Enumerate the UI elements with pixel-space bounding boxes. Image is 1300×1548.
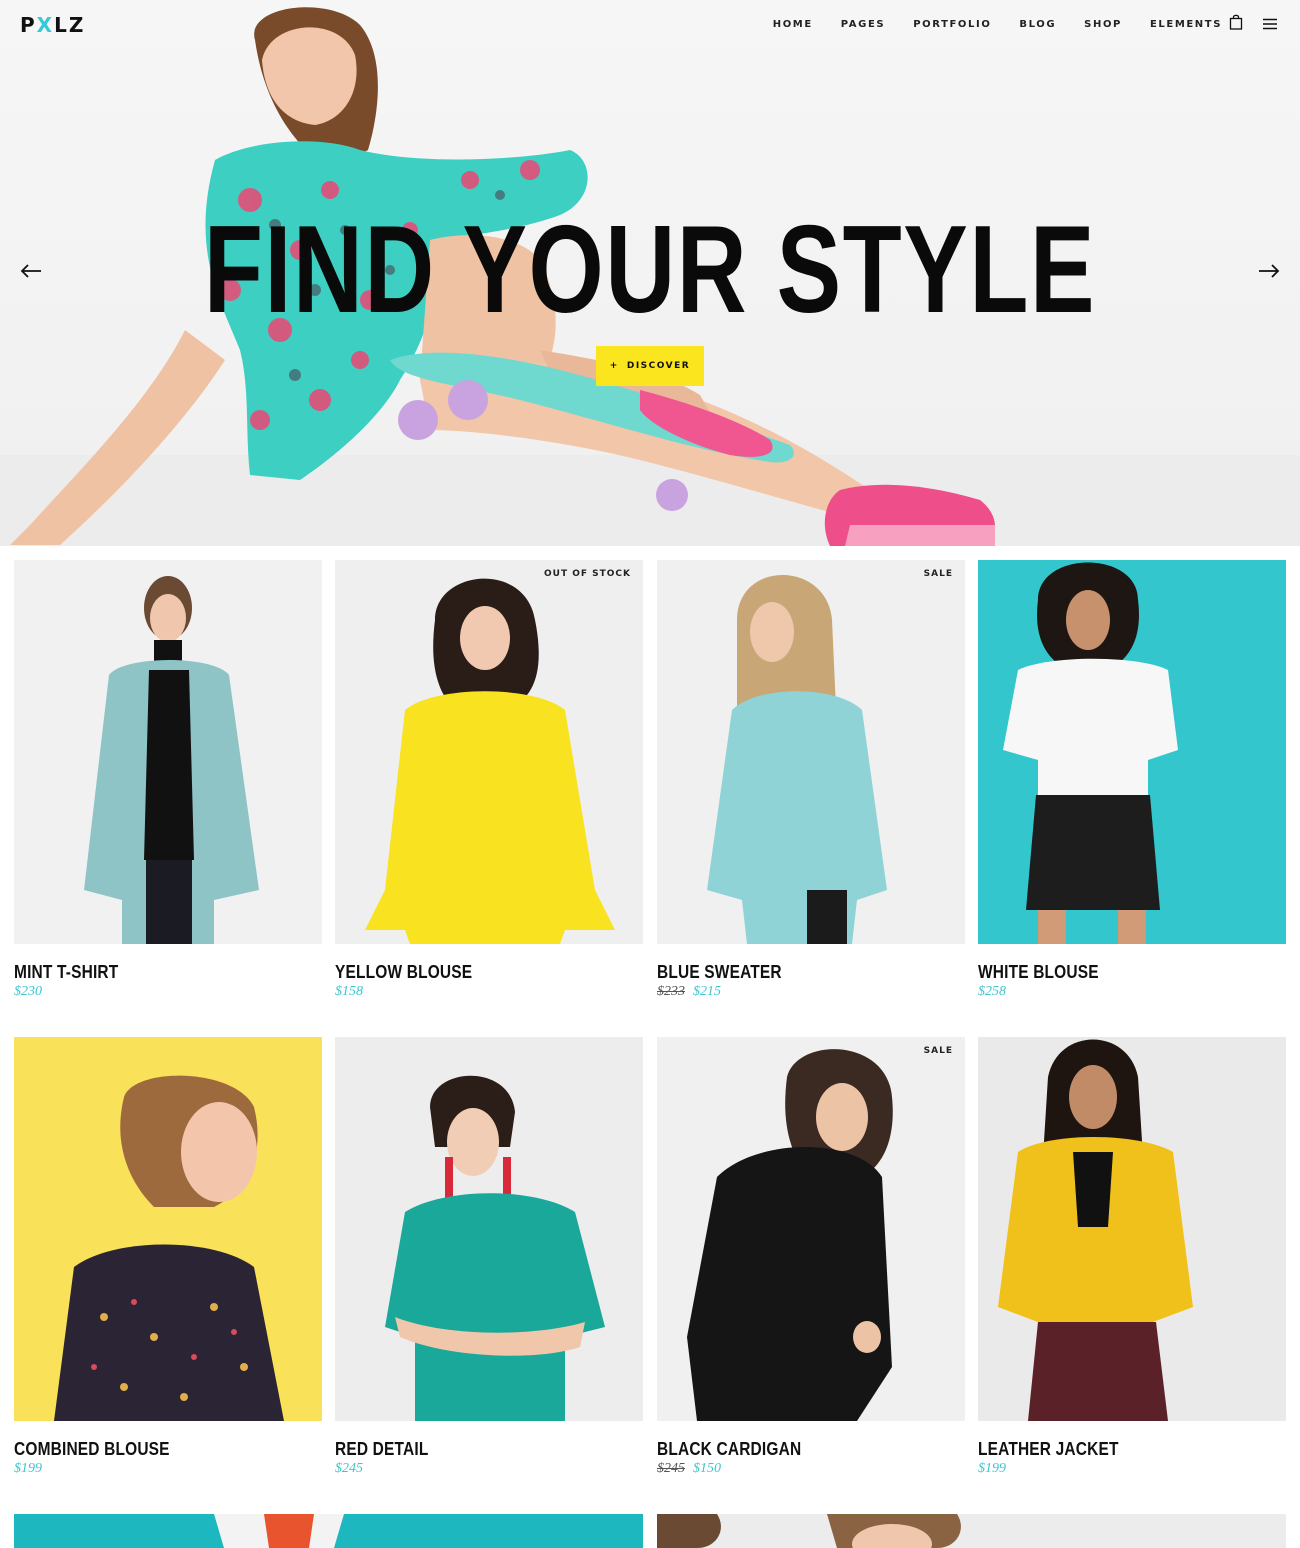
product-price: $245 $150 xyxy=(657,1461,721,1477)
product-current-price: $199 xyxy=(978,1461,1006,1476)
nav-item-portfolio[interactable]: PORTFOLIO xyxy=(913,19,991,30)
product-price: $233 $215 xyxy=(657,984,721,1000)
site-header: PXLZ HOME PAGES PORTFOLIO BLOG SHOP ELEM… xyxy=(0,0,1300,52)
product-old-price: $233 xyxy=(657,984,685,999)
product-image[interactable] xyxy=(14,560,322,944)
product-image[interactable]: SALE xyxy=(657,560,965,944)
product-image[interactable] xyxy=(14,1037,322,1421)
product-current-price: $245 xyxy=(335,1461,363,1476)
discover-button[interactable]: + DISCOVER xyxy=(596,346,704,386)
product-current-price: $150 xyxy=(693,1461,721,1476)
product-price: $199 xyxy=(978,1461,1006,1477)
product-name[interactable]: YELLOW BLOUSE xyxy=(335,962,472,983)
product-name[interactable]: MINT T-SHIRT xyxy=(14,962,118,983)
product-image[interactable]: SALE xyxy=(657,1037,965,1421)
nav-item-shop[interactable]: SHOP xyxy=(1084,19,1122,30)
product-current-price: $215 xyxy=(693,984,721,999)
arrow-left-icon[interactable] xyxy=(20,262,42,280)
product-name[interactable]: WHITE BLOUSE xyxy=(978,962,1099,983)
product-price: $258 xyxy=(978,984,1006,1000)
product-old-price: $245 xyxy=(657,1461,685,1476)
logo-suffix: LZ xyxy=(54,13,86,37)
nav-item-elements[interactable]: ELEMENTS xyxy=(1150,19,1222,30)
promo-banner[interactable] xyxy=(657,1514,1286,1548)
product-image[interactable] xyxy=(978,1037,1286,1421)
hero-slider: FIND YOUR STYLE + DISCOVER xyxy=(0,0,1300,546)
product-name[interactable]: BLACK CARDIGAN xyxy=(657,1439,801,1460)
nav-item-blog[interactable]: BLOG xyxy=(1019,19,1056,30)
product-badge: SALE xyxy=(923,1046,953,1056)
product-price: $158 xyxy=(335,984,363,1000)
product-name[interactable]: RED DETAIL xyxy=(335,1439,428,1460)
product-current-price: $199 xyxy=(14,1461,42,1476)
main-nav: HOME PAGES PORTFOLIO BLOG SHOP ELEMENTS xyxy=(745,19,1222,30)
plus-icon: + xyxy=(609,361,619,371)
logo-accent: X xyxy=(36,13,55,37)
product-price: $199 xyxy=(14,1461,42,1477)
product-name[interactable]: LEATHER JACKET xyxy=(978,1439,1119,1460)
hero-title: FIND YOUR STYLE xyxy=(203,201,1097,339)
shopping-bag-icon[interactable] xyxy=(1229,14,1243,30)
product-badge: OUT OF STOCK xyxy=(543,569,631,579)
product-current-price: $230 xyxy=(14,984,42,999)
logo[interactable]: PXLZ xyxy=(20,13,85,37)
logo-prefix: P xyxy=(20,13,37,37)
arrow-right-icon[interactable] xyxy=(1258,262,1280,280)
nav-item-home[interactable]: HOME xyxy=(773,19,813,30)
product-badge: SALE xyxy=(923,569,953,579)
product-image[interactable] xyxy=(978,560,1286,944)
product-current-price: $158 xyxy=(335,984,363,999)
product-price: $230 xyxy=(14,984,42,1000)
product-current-price: $258 xyxy=(978,984,1006,999)
product-image[interactable] xyxy=(335,1037,643,1421)
discover-button-label: DISCOVER xyxy=(626,361,691,371)
product-price: $245 xyxy=(335,1461,363,1477)
product-name[interactable]: COMBINED BLOUSE xyxy=(14,1439,170,1460)
hamburger-menu-icon[interactable] xyxy=(1263,18,1277,30)
product-name[interactable]: BLUE SWEATER xyxy=(657,962,782,983)
nav-item-pages[interactable]: PAGES xyxy=(841,19,885,30)
promo-banner[interactable] xyxy=(14,1514,643,1548)
product-image[interactable]: OUT OF STOCK xyxy=(335,560,643,944)
